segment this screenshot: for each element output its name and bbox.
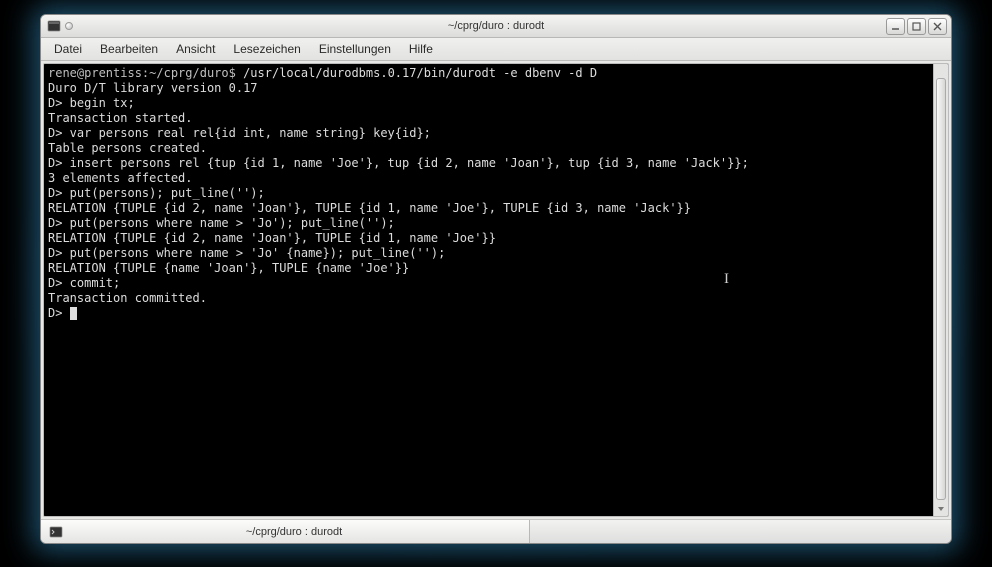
menu-einstellungen[interactable]: Einstellungen [310, 40, 400, 58]
term-line: Transaction started. [48, 111, 193, 125]
term-line: D> [48, 306, 70, 320]
terminal-area: rene@prentiss:~/cprg/duro$ /usr/local/du… [43, 63, 949, 517]
term-line: D> commit; [48, 276, 120, 290]
app-icon [47, 19, 61, 33]
term-line: D> var persons real rel{id int, name str… [48, 126, 431, 140]
term-line: 3 elements affected. [48, 171, 193, 185]
term-line: RELATION {TUPLE {name 'Joan'}, TUPLE {na… [48, 261, 409, 275]
menu-ansicht[interactable]: Ansicht [167, 40, 224, 58]
menu-lesezeichen[interactable]: Lesezeichen [224, 40, 309, 58]
text-cursor-icon: I [724, 272, 729, 287]
scrollbar-thumb[interactable] [936, 78, 946, 500]
menu-datei[interactable]: Datei [45, 40, 91, 58]
menu-bearbeiten[interactable]: Bearbeiten [91, 40, 167, 58]
pin-icon[interactable] [65, 22, 73, 30]
terminal-icon [49, 525, 63, 539]
term-line: D> put(persons); put_line(''); [48, 186, 265, 200]
term-line: RELATION {TUPLE {id 2, name 'Joan'}, TUP… [48, 201, 691, 215]
titlebar[interactable]: ~/cprg/duro : durodt [41, 15, 951, 38]
term-line: D> insert persons rel {tup {id 1, name '… [48, 156, 749, 170]
shell-command: /usr/local/durodbms.0.17/bin/durodt -e d… [243, 66, 597, 80]
term-line: Transaction committed. [48, 291, 207, 305]
tab-active[interactable]: ~/cprg/duro : durodt [41, 520, 530, 543]
term-line: RELATION {TUPLE {id 2, name 'Joan'}, TUP… [48, 231, 496, 245]
menu-hilfe[interactable]: Hilfe [400, 40, 442, 58]
cursor [70, 307, 77, 320]
close-button[interactable] [928, 18, 947, 35]
term-line: Duro D/T library version 0.17 [48, 81, 258, 95]
tab-label: ~/cprg/duro : durodt [69, 526, 519, 538]
term-line: D> put(persons where name > 'Jo' {name})… [48, 246, 445, 260]
scrollbar[interactable] [933, 64, 948, 516]
terminal-window: ~/cprg/duro : durodt Datei Bearbeiten An… [40, 14, 952, 544]
menubar: Datei Bearbeiten Ansicht Lesezeichen Ein… [41, 38, 951, 61]
term-line: Table persons created. [48, 141, 207, 155]
window-title: ~/cprg/duro : durodt [41, 20, 951, 32]
term-line: D> put(persons where name > 'Jo'); put_l… [48, 216, 395, 230]
shell-prompt: rene@prentiss:~/cprg/duro$ [48, 66, 236, 80]
scroll-down-icon[interactable] [934, 502, 948, 516]
maximize-button[interactable] [907, 18, 926, 35]
minimize-button[interactable] [886, 18, 905, 35]
terminal-output[interactable]: rene@prentiss:~/cprg/duro$ /usr/local/du… [44, 64, 933, 516]
term-line: D> begin tx; [48, 96, 135, 110]
tab-bar: ~/cprg/duro : durodt [41, 519, 951, 543]
